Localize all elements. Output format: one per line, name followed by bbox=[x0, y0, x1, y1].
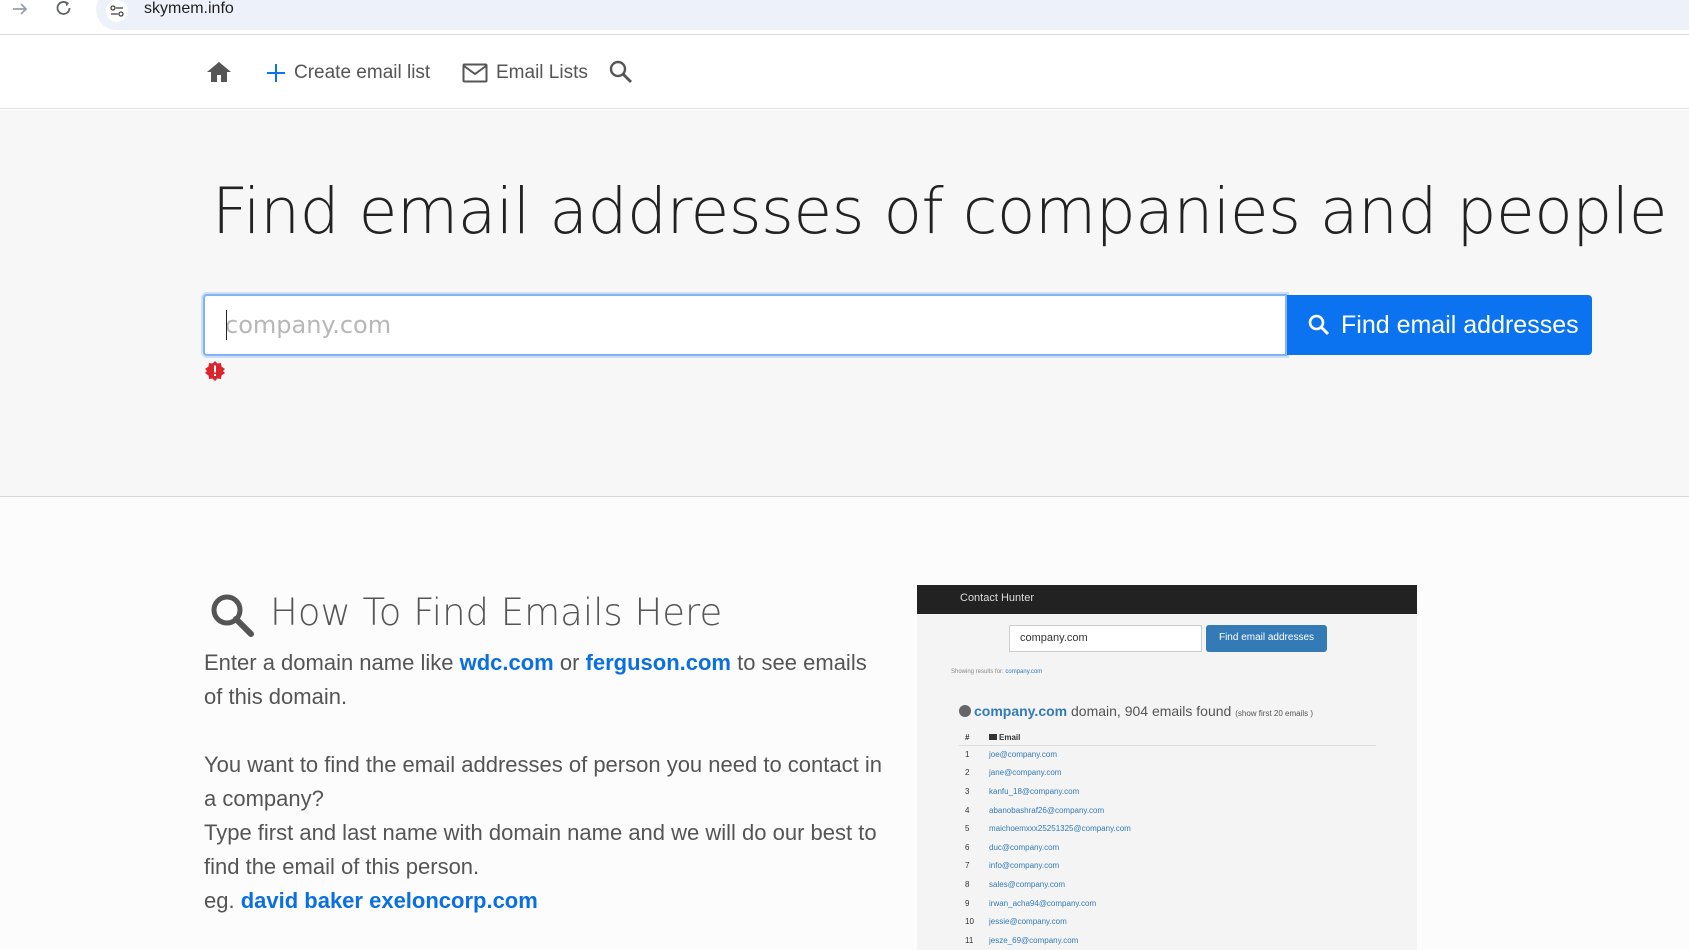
row-email: kanfu_18@company.com bbox=[989, 786, 1080, 796]
example-link-person[interactable]: david baker exeloncorp.com bbox=[241, 888, 538, 913]
row-email: info@company.com bbox=[989, 861, 1060, 871]
reload-icon[interactable] bbox=[52, 0, 76, 22]
preview-showing-domain: company.com bbox=[1005, 669, 1043, 675]
row-number: 8 bbox=[965, 879, 970, 889]
table-row: 6 duc@company.com bbox=[959, 838, 1376, 857]
table-row: 8 sales@company.com bbox=[959, 875, 1376, 894]
row-number: 1 bbox=[965, 750, 970, 760]
table-row: 9 irwan_acha94@company.com bbox=[959, 894, 1376, 913]
preview-email-table: # Email 1 joe@company.com 2 jane@company.co… bbox=[959, 731, 1376, 950]
create-email-list-link[interactable]: Create email list bbox=[266, 60, 430, 86]
domain-search-box[interactable] bbox=[203, 294, 1287, 356]
row-number: 3 bbox=[965, 786, 970, 796]
intro-or-text: or bbox=[553, 650, 586, 675]
row-number: 4 bbox=[965, 805, 970, 815]
row-email: joe@company.com bbox=[989, 750, 1057, 760]
row-number: 10 bbox=[965, 917, 974, 927]
row-email: irwan_acha94@company.com bbox=[989, 898, 1097, 908]
preview-domain-line: company.com domain, 904 emails found (sh… bbox=[959, 703, 1313, 719]
example-link-wdc[interactable]: wdc.com bbox=[460, 650, 554, 675]
text-caret bbox=[226, 310, 227, 340]
how-to-intro: Enter a domain name like wdc.com or ferg… bbox=[204, 646, 884, 714]
row-number: 2 bbox=[965, 768, 970, 778]
email-lists-link[interactable]: Email Lists bbox=[462, 60, 588, 86]
search-icon bbox=[209, 592, 255, 638]
preview-domain-text: domain, 904 emails found bbox=[1067, 703, 1236, 719]
domain-search-input[interactable] bbox=[205, 296, 1285, 354]
forward-icon[interactable] bbox=[8, 0, 32, 22]
url-text: skymem.info bbox=[144, 0, 234, 17]
preview-button: Find email addresses bbox=[1206, 625, 1327, 652]
preview-input: company.com bbox=[1009, 625, 1202, 652]
column-header-number: # bbox=[959, 731, 989, 746]
row-number: 5 bbox=[965, 824, 970, 834]
table-row: 7 info@company.com bbox=[959, 857, 1376, 876]
row-email: abanobashraf26@company.com bbox=[989, 805, 1105, 815]
example-prefix: eg. bbox=[204, 888, 241, 913]
row-number: 7 bbox=[965, 861, 970, 871]
example-link-ferguson[interactable]: ferguson.com bbox=[586, 650, 731, 675]
column-header-email: Email bbox=[989, 731, 1376, 746]
site-settings-icon[interactable] bbox=[106, 0, 128, 22]
search-icon bbox=[1307, 313, 1331, 337]
how-to-paragraph-3: Type first and last name with domain nam… bbox=[204, 820, 877, 879]
preview-show-first: (show first 20 emails ) bbox=[1235, 709, 1314, 718]
plus-icon bbox=[266, 63, 286, 83]
email-lists-label: Email Lists bbox=[496, 62, 588, 83]
mail-icon bbox=[989, 734, 997, 741]
row-email: jessie@company.com bbox=[989, 917, 1067, 927]
column-header-email-label: Email bbox=[999, 733, 1021, 743]
find-email-addresses-label: Find email addresses bbox=[1341, 310, 1579, 339]
intro-text: Enter a domain name like bbox=[204, 650, 460, 675]
create-email-list-label: Create email list bbox=[294, 62, 431, 83]
how-to-title: How To Find Emails Here bbox=[270, 591, 723, 634]
how-to-paragraph-2: You want to find the email addresses of … bbox=[204, 752, 882, 811]
preview-showing: Showing results for: company.com bbox=[951, 669, 1042, 675]
home-icon[interactable] bbox=[206, 60, 232, 84]
row-email: jesze_69@company.com bbox=[989, 935, 1079, 945]
table-row: 3 kanfu_18@company.com bbox=[959, 782, 1376, 801]
table-row: 5 maichoemxxx25251325@company.com bbox=[959, 819, 1376, 838]
row-number: 6 bbox=[965, 842, 970, 852]
table-row: 10 jessie@company.com bbox=[959, 912, 1376, 931]
find-email-addresses-button[interactable]: Find email addresses bbox=[1287, 295, 1592, 355]
table-row: 1 joe@company.com bbox=[959, 745, 1376, 764]
table-row: 11 jesze_69@company.com bbox=[959, 931, 1376, 950]
address-bar[interactable]: skymem.info bbox=[96, 0, 1689, 30]
globe-icon bbox=[959, 705, 971, 717]
site-navbar: Create email list Email Lists bbox=[0, 36, 1689, 109]
search-icon[interactable] bbox=[608, 59, 634, 85]
hero-section: Find email addresses of companies and pe… bbox=[0, 110, 1689, 497]
row-email: sales@company.com bbox=[989, 879, 1065, 889]
row-number: 9 bbox=[965, 898, 970, 908]
table-header-row: # Email bbox=[959, 731, 1376, 746]
row-email: maichoemxxx25251325@company.com bbox=[989, 824, 1131, 834]
example-screenshot: Contact Hunter company.com Find email ad… bbox=[917, 585, 1417, 950]
page-title: Find email addresses of companies and pe… bbox=[212, 175, 1668, 248]
error-icon bbox=[205, 361, 225, 381]
mail-icon bbox=[462, 63, 488, 83]
row-email: duc@company.com bbox=[989, 842, 1060, 852]
preview-domain: company.com bbox=[974, 703, 1068, 719]
how-to-text: Enter a domain name like wdc.com or ferg… bbox=[204, 646, 884, 918]
row-email: jane@company.com bbox=[989, 768, 1062, 778]
how-to-example: eg. david baker exeloncorp.com bbox=[204, 884, 884, 918]
table-row: 4 abanobashraf26@company.com bbox=[959, 801, 1376, 820]
preview-header: Contact Hunter bbox=[917, 585, 1417, 614]
how-to-section: How To Find Emails Here Enter a domain n… bbox=[0, 498, 1689, 950]
browser-toolbar: skymem.info bbox=[0, 0, 1689, 35]
row-number: 11 bbox=[965, 935, 974, 945]
preview-showing-prefix: Showing results for: bbox=[951, 669, 1006, 675]
table-row: 2 jane@company.com bbox=[959, 764, 1376, 783]
